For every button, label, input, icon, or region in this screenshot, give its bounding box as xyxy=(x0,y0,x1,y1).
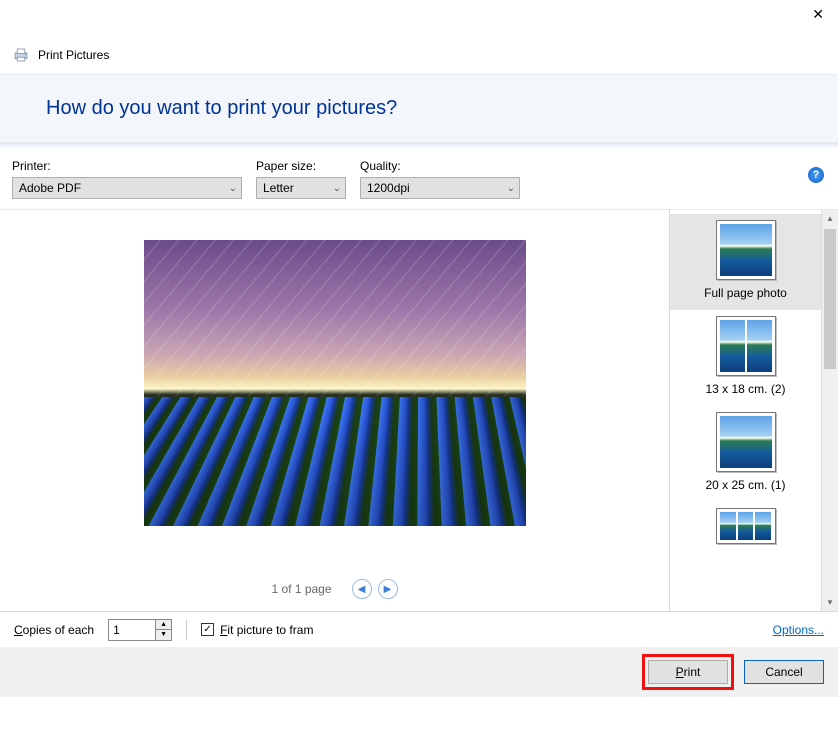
help-icon[interactable]: ? xyxy=(808,167,824,183)
prompt-text: How do you want to print your pictures? xyxy=(46,97,826,120)
layout-thumb xyxy=(716,508,776,544)
quality-value: 1200dpi xyxy=(367,181,410,195)
options-link[interactable]: Options... xyxy=(773,623,824,637)
prev-page-button[interactable]: ◀ xyxy=(352,579,372,599)
print-button-highlight: Print xyxy=(642,654,734,690)
layout-item-20x25[interactable]: 20 x 25 cm. (1) xyxy=(670,406,821,502)
divider xyxy=(186,620,187,640)
layout-thumb xyxy=(716,412,776,472)
print-button[interactable]: Print xyxy=(648,660,728,684)
scroll-down-icon[interactable]: ▾ xyxy=(822,594,838,611)
prompt-band: How do you want to print your pictures? xyxy=(0,74,838,143)
help-glyph: ? xyxy=(813,169,820,181)
quality-label: Quality: xyxy=(360,159,520,173)
chevron-down-icon: ⌄ xyxy=(507,183,515,194)
close-icon[interactable]: ✕ xyxy=(806,4,830,25)
chevron-down-icon: ⌄ xyxy=(229,183,237,194)
preview-pane: 1 of 1 page ◀ ▶ xyxy=(0,210,670,611)
printer-label: Printer: xyxy=(12,159,242,173)
next-page-button[interactable]: ▶ xyxy=(378,579,398,599)
chevron-down-icon: ⌄ xyxy=(333,183,341,194)
cancel-button[interactable]: Cancel xyxy=(744,660,824,684)
layout-item-13x18[interactable]: 13 x 18 cm. (2) xyxy=(670,310,821,406)
paper-size-label: Paper size: xyxy=(256,159,346,173)
quality-select[interactable]: 1200dpi ⌄ xyxy=(360,177,520,199)
layout-label: Full page photo xyxy=(674,286,817,300)
paper-size-select[interactable]: Letter ⌄ xyxy=(256,177,346,199)
copies-down-button[interactable]: ▼ xyxy=(156,630,171,640)
copies-input[interactable] xyxy=(109,620,155,640)
bottom-bar: Copies of each ▲ ▼ ✓ Fit picture to fram… xyxy=(0,611,838,647)
copies-label: Copies of each xyxy=(14,623,94,637)
checkbox-icon: ✓ xyxy=(201,623,214,636)
print-options-row: Printer: Adobe PDF ⌄ Paper size: Letter … xyxy=(0,149,838,199)
layout-item-full-page[interactable]: Full page photo xyxy=(670,214,821,310)
layout-pane: Full page photo 13 x 18 cm. (2) 20 x 25 … xyxy=(670,210,838,611)
window-header: Print Pictures xyxy=(0,40,838,74)
printer-select[interactable]: Adobe PDF ⌄ xyxy=(12,177,242,199)
copies-spinner[interactable]: ▲ ▼ xyxy=(108,619,172,641)
fit-picture-checkbox[interactable]: ✓ Fit picture to fram xyxy=(201,623,313,637)
layout-label: 13 x 18 cm. (2) xyxy=(674,382,817,396)
layout-thumb xyxy=(716,316,776,376)
layout-list[interactable]: Full page photo 13 x 18 cm. (2) 20 x 25 … xyxy=(670,210,821,611)
split-area: 1 of 1 page ◀ ▶ Full page photo 13 x 18 … xyxy=(0,209,838,611)
pager: 1 of 1 page ◀ ▶ xyxy=(271,579,397,599)
scroll-up-icon[interactable]: ▴ xyxy=(822,210,838,227)
preview-image xyxy=(144,240,526,526)
titlebar: ✕ xyxy=(0,0,838,40)
layout-thumb xyxy=(716,220,776,280)
printer-icon xyxy=(12,46,30,64)
window-title: Print Pictures xyxy=(38,48,109,62)
layout-scrollbar[interactable]: ▴ ▾ xyxy=(821,210,838,611)
printer-value: Adobe PDF xyxy=(19,181,81,195)
layout-label: 20 x 25 cm. (1) xyxy=(674,478,817,492)
fit-picture-label: Fit picture to fram xyxy=(220,623,313,637)
paper-size-value: Letter xyxy=(263,181,294,195)
copies-up-button[interactable]: ▲ xyxy=(156,620,171,631)
scroll-thumb[interactable] xyxy=(824,229,836,369)
layout-item-partial[interactable] xyxy=(670,502,821,560)
pager-text: 1 of 1 page xyxy=(271,582,331,596)
action-bar: Print Cancel xyxy=(0,647,838,697)
